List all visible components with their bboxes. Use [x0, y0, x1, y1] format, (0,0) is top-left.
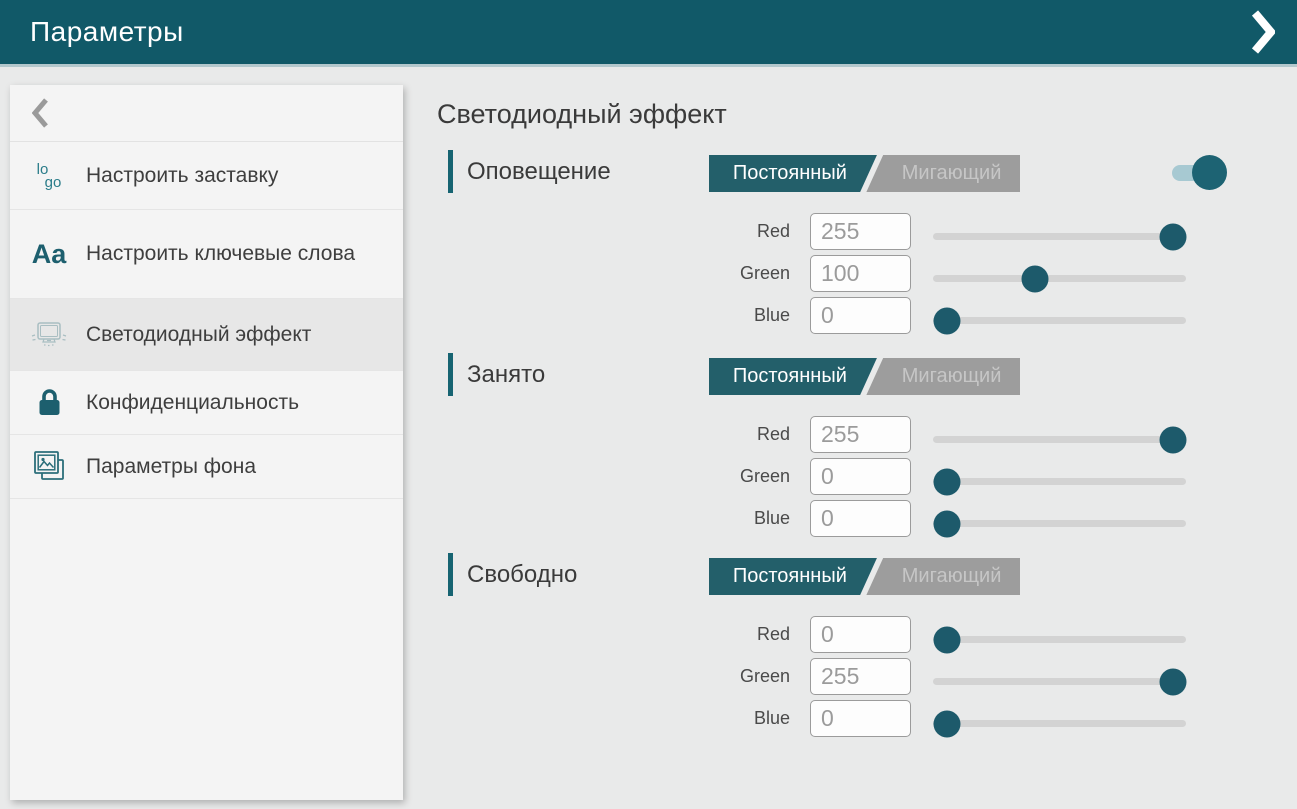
channel-slider-thumb[interactable] — [1159, 668, 1186, 695]
channel-value-input[interactable] — [810, 416, 911, 453]
sidebar-item-icon-box — [26, 320, 72, 350]
channel-slider-thumb[interactable] — [933, 307, 960, 334]
images-icon — [32, 450, 67, 483]
channel-label: Red — [437, 213, 790, 250]
channel-slider-track[interactable] — [933, 720, 1186, 727]
channel-value-input[interactable] — [810, 500, 911, 537]
channel-slider-track[interactable] — [933, 317, 1186, 324]
sidebar-item-screensaver[interactable]: logo Настроить заставку — [10, 142, 403, 210]
channel-value-input[interactable] — [810, 700, 911, 737]
logo-icon: logo — [37, 163, 62, 189]
channel-slider-thumb[interactable] — [933, 468, 960, 495]
channel-slider-track[interactable] — [933, 275, 1186, 282]
sidebar-item-label: Настроить ключевые слова — [86, 240, 355, 267]
sidebar-item-privacy[interactable]: Конфиденциальность — [10, 371, 403, 435]
channel-value-input[interactable] — [810, 255, 911, 292]
sidebar-item-label: Настроить заставку — [86, 162, 278, 189]
channel-value-input[interactable] — [810, 213, 911, 250]
sidebar-item-icon-box — [26, 450, 72, 483]
channel-slider-track[interactable] — [933, 678, 1186, 685]
channel-label: Blue — [437, 700, 790, 737]
channel-rows: Red Green Blue — [437, 353, 1237, 548]
sidebar-item-keywords[interactable]: Aa Настроить ключевые слова — [10, 210, 403, 299]
sidebar-back-button[interactable] — [10, 85, 403, 142]
channel-slider-thumb[interactable] — [1159, 426, 1186, 453]
sidebar-item-icon-box: Aa — [26, 241, 72, 268]
channel-slider-thumb[interactable] — [1159, 223, 1186, 250]
channel-slider-thumb[interactable] — [933, 626, 960, 653]
keywords-icon: Aa — [32, 241, 67, 268]
channel-label: Green — [437, 255, 790, 292]
channel-label: Red — [437, 416, 790, 453]
sidebar-item-label: Параметры фона — [86, 453, 256, 480]
sidebar-item-background[interactable]: Параметры фона — [10, 435, 403, 499]
sidebar-item-label: Светодиодный эффект — [86, 321, 311, 348]
page-title: Параметры — [30, 16, 184, 48]
channel-value-input[interactable] — [810, 458, 911, 495]
monitor-icon — [30, 320, 68, 350]
content-title: Светодиодный эффект — [437, 99, 727, 130]
channel-row-blue: Blue — [437, 700, 1217, 737]
channel-rows: Red Green Blue — [437, 150, 1237, 345]
channel-row-green: Green — [437, 658, 1217, 695]
channel-row-red: Red — [437, 416, 1217, 453]
forward-chevron-button[interactable] — [1251, 10, 1275, 54]
channel-value-input[interactable] — [810, 658, 911, 695]
app-header: Параметры — [0, 0, 1297, 67]
channel-slider-thumb[interactable] — [1022, 265, 1049, 292]
channel-label: Blue — [437, 500, 790, 537]
channel-slider-thumb[interactable] — [933, 710, 960, 737]
channel-slider-track[interactable] — [933, 636, 1186, 643]
sidebar: logo Настроить заставку Aa Настроить клю… — [10, 85, 403, 800]
sidebar-item-led-effect[interactable]: Светодиодный эффект — [10, 299, 403, 371]
channel-row-red: Red — [437, 616, 1217, 653]
channel-slider-track[interactable] — [933, 520, 1186, 527]
channel-slider-thumb[interactable] — [933, 510, 960, 537]
sidebar-menu: logo Настроить заставку Aa Настроить клю… — [10, 142, 403, 499]
channel-row-blue: Blue — [437, 500, 1217, 537]
channel-label: Green — [437, 658, 790, 695]
channel-slider-track[interactable] — [933, 478, 1186, 485]
sidebar-item-icon-box: logo — [26, 163, 72, 189]
channel-slider-track[interactable] — [933, 436, 1186, 443]
led-section: Свободно Постоянный Мигающий Red Green B… — [437, 553, 1237, 748]
sidebar-item-label: Конфиденциальность — [86, 389, 299, 416]
channel-row-red: Red — [437, 213, 1217, 250]
channel-label: Red — [437, 616, 790, 653]
channel-value-input[interactable] — [810, 297, 911, 334]
channel-label: Blue — [437, 297, 790, 334]
channel-value-input[interactable] — [810, 616, 911, 653]
led-section: Оповещение Постоянный Мигающий Red Green… — [437, 150, 1237, 345]
back-chevron-icon — [32, 98, 49, 128]
channel-row-green: Green — [437, 255, 1217, 292]
led-section: Занято Постоянный Мигающий Red Green Blu… — [437, 353, 1237, 548]
channel-row-blue: Blue — [437, 297, 1217, 334]
channel-slider-track[interactable] — [933, 233, 1186, 240]
lock-icon — [36, 387, 63, 418]
channel-rows: Red Green Blue — [437, 553, 1237, 748]
channel-row-green: Green — [437, 458, 1217, 495]
sidebar-item-icon-box — [26, 387, 72, 418]
channel-label: Green — [437, 458, 790, 495]
